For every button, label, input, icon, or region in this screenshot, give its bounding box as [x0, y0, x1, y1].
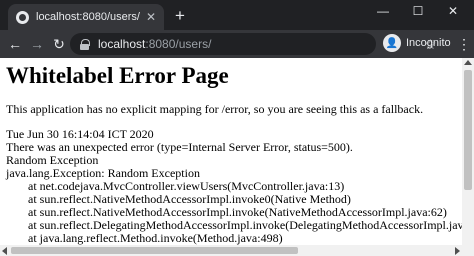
browser-tab[interactable]: localhost:8080/users/ ✕ [8, 4, 164, 30]
close-tab-icon[interactable]: ✕ [142, 10, 160, 24]
back-button[interactable]: ← [6, 35, 24, 53]
new-tab-button[interactable]: + [175, 6, 185, 26]
horizontal-scrollbar[interactable] [0, 245, 462, 256]
scroll-left-icon[interactable] [2, 247, 7, 255]
vertical-scroll-thumb[interactable] [464, 70, 472, 190]
incognito-label: Incognito [406, 37, 451, 49]
url-path: :8080/users/ [145, 37, 212, 51]
tab-strip: localhost:8080/users/ ✕ + — ☐ ✕ [0, 0, 474, 30]
lock-icon[interactable] [80, 38, 90, 50]
page-viewport: Whitelabel Error Page This application h… [0, 58, 474, 256]
fallback-message: This application has no explicit mapping… [6, 102, 424, 116]
scroll-up-icon[interactable] [464, 60, 472, 65]
forward-button[interactable]: → [28, 35, 46, 53]
horizontal-scroll-thumb[interactable] [11, 247, 298, 254]
incognito-icon: 👤 [383, 34, 401, 52]
browser-toolbar: ← → ↻ localhost:8080/users/ ☆ 👤 Incognit… [0, 30, 474, 58]
stack-trace-line: at java.lang.reflect.Method.invoke(Metho… [28, 231, 283, 245]
url-host: localhost [98, 37, 146, 51]
address-bar[interactable]: localhost:8080/users/ ☆ [70, 33, 437, 55]
scroll-right-icon[interactable] [455, 247, 460, 255]
minimize-button[interactable]: — [368, 0, 398, 22]
tab-title: localhost:8080/users/ [36, 11, 140, 23]
menu-icon[interactable]: ⋮ [457, 36, 471, 52]
incognito-indicator[interactable]: 👤 Incognito [383, 34, 451, 52]
vertical-scrollbar[interactable] [462, 58, 474, 256]
reload-button[interactable]: ↻ [50, 35, 68, 53]
url-text[interactable]: localhost:8080/users/ [98, 37, 211, 51]
globe-icon [16, 10, 29, 24]
close-window-button[interactable]: ✕ [438, 0, 468, 22]
page-heading: Whitelabel Error Page [6, 63, 229, 88]
maximize-button[interactable]: ☐ [403, 0, 433, 22]
error-page-content: Whitelabel Error Page This application h… [6, 60, 474, 256]
